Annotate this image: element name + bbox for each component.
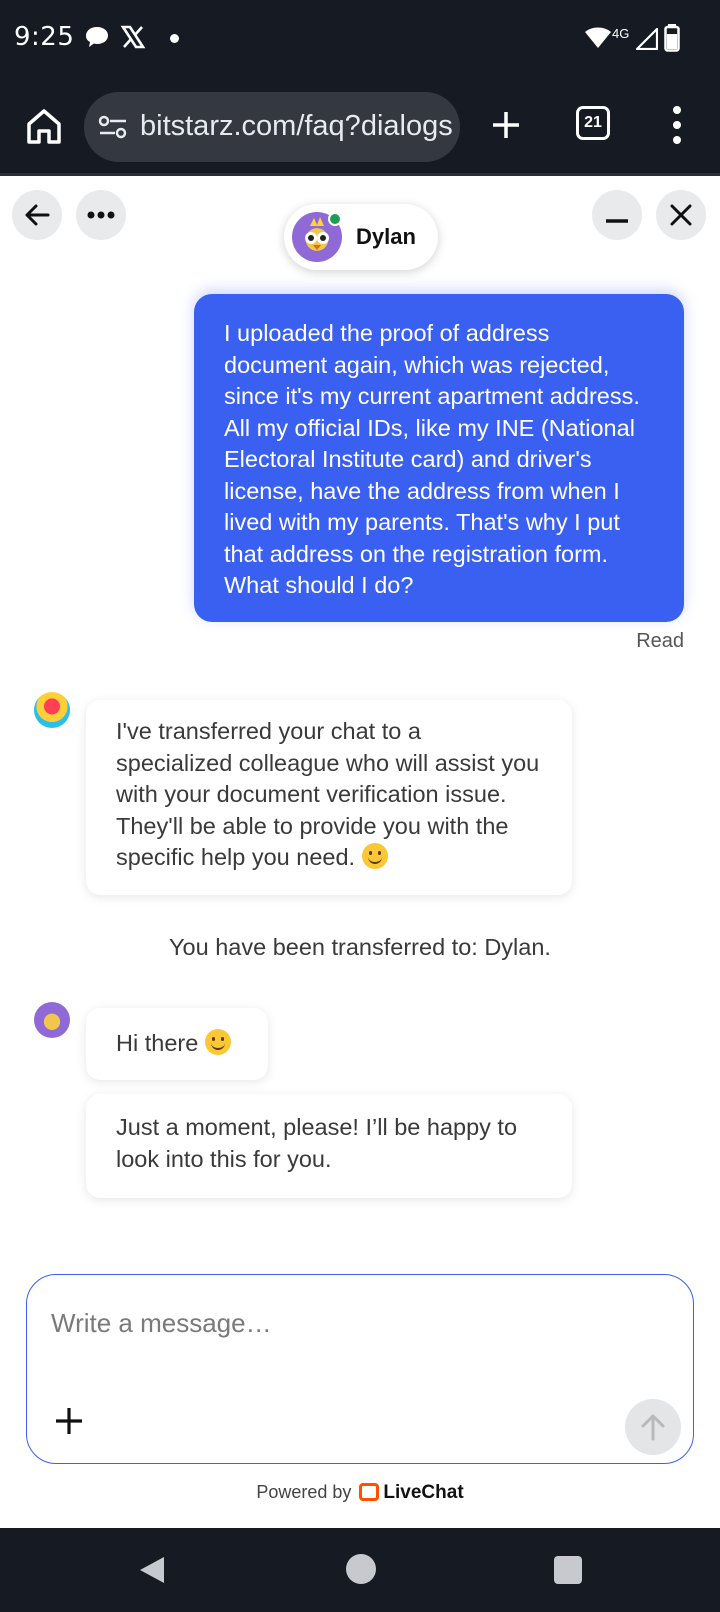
online-status-dot — [328, 212, 342, 226]
nav-back-icon[interactable] — [136, 1554, 168, 1586]
more-options-button[interactable] — [76, 190, 126, 240]
browser-menu-icon[interactable] — [662, 102, 692, 152]
powered-by-footer[interactable]: Powered by LiveChat — [0, 1482, 720, 1504]
bot-message-bubble: I've transferred your chat to a speciali… — [86, 700, 572, 895]
system-transfer-message: You have been transferred to: Dylan. — [169, 934, 551, 960]
close-button[interactable] — [656, 190, 706, 240]
tab-switcher-button[interactable]: 21 — [576, 106, 610, 140]
nav-recents-icon[interactable] — [554, 1556, 582, 1584]
smiling-emoji-icon — [361, 843, 388, 869]
livechat-logo-icon — [359, 1483, 380, 1501]
add-attachment-icon[interactable] — [51, 1403, 87, 1439]
arrow-left-icon — [25, 204, 50, 226]
system-navigation-bar — [0, 1528, 720, 1612]
agent-message-bubble: Just a moment, please! I’ll be happy to … — [86, 1094, 572, 1198]
nav-home-icon[interactable] — [346, 1554, 376, 1584]
message-input[interactable] — [51, 1301, 651, 1345]
bot-message-text: I've transferred your chat to a speciali… — [116, 718, 540, 870]
slight-smile-emoji-icon — [204, 1029, 231, 1055]
browser-toolbar: bitstarz.com/faq?dialogs 21 — [0, 80, 720, 176]
signal-icon — [636, 28, 658, 50]
powered-by-label: Powered by — [256, 1482, 352, 1502]
x-logo-icon — [120, 25, 146, 49]
chat-header: Dylan — [0, 176, 720, 276]
back-button[interactable] — [12, 190, 62, 240]
more-horizontal-icon — [87, 211, 115, 219]
notification-dot-icon — [170, 34, 179, 43]
agent-message-text: Hi there — [116, 1030, 199, 1056]
wifi-icon — [585, 27, 611, 48]
home-icon[interactable] — [20, 102, 68, 150]
user-message-bubble: I uploaded the proof of address document… — [194, 294, 684, 622]
livechat-brand: LiveChat — [383, 1482, 464, 1503]
agent-message-text: Just a moment, please! I’ll be happy to … — [116, 1114, 518, 1172]
agent-avatar-small — [34, 1002, 70, 1038]
close-icon — [670, 204, 692, 226]
status-time: 9:25 — [14, 22, 75, 52]
bot-avatar — [34, 692, 70, 728]
message-composer — [26, 1274, 694, 1464]
agent-name: Dylan — [356, 224, 416, 249]
url-bar[interactable]: bitstarz.com/faq?dialogs — [84, 92, 460, 162]
url-text: bitstarz.com/faq?dialogs — [140, 110, 453, 142]
network-type: 4G — [612, 26, 630, 41]
status-bar: 9:25 4G — [0, 0, 720, 80]
new-tab-icon[interactable] — [486, 100, 526, 150]
read-receipt: Read — [636, 630, 684, 652]
minimize-button[interactable] — [592, 190, 642, 240]
minimize-icon — [606, 219, 628, 223]
send-button[interactable] — [625, 1399, 681, 1455]
chat-bubble-icon — [86, 27, 108, 47]
battery-icon — [664, 24, 680, 52]
arrow-up-icon — [641, 1414, 665, 1441]
site-settings-icon[interactable] — [98, 114, 128, 140]
agent-header-pill[interactable]: Dylan — [284, 204, 438, 270]
agent-message-bubble: Hi there — [86, 1008, 268, 1080]
